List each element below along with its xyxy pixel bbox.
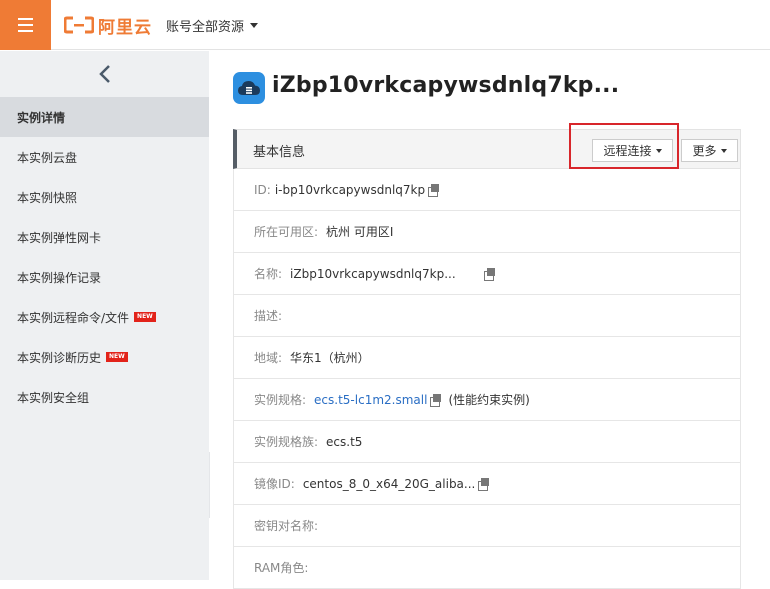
logo-text: 阿里云	[98, 17, 152, 38]
sidebar: 实例详情 本实例云盘 本实例快照 本实例弹性网卡 本实例操作记录 本实例远程命令…	[0, 51, 209, 580]
sidebar-item-label: 本实例快照	[17, 190, 78, 205]
info-row-id: ID: i-bp10vrkcapywsdnlq7kp	[233, 169, 741, 211]
hamburger-menu-button[interactable]	[0, 0, 51, 50]
caret-down-icon	[655, 148, 662, 153]
aliyun-logo[interactable]: 阿里云	[64, 14, 152, 38]
more-label: 更多	[692, 144, 717, 158]
row-label: 描述:	[254, 309, 283, 323]
sidebar-item-label: 本实例操作记录	[17, 270, 102, 285]
basic-info-table: ID: i-bp10vrkcapywsdnlq7kp 所在可用区: 杭州 可用区…	[233, 169, 741, 589]
row-label: 镜像ID:	[254, 477, 295, 491]
copy-icon[interactable]	[483, 267, 496, 281]
row-value: iZbp10vrkcapywsdnlq7kp...	[290, 266, 456, 281]
sidebar-item-security-groups[interactable]: 本实例安全组	[0, 377, 209, 417]
copy-icon[interactable]	[430, 393, 442, 407]
info-row-instance-type: 实例规格: ecs.t5-lc1m2.small (性能约束实例)	[233, 379, 741, 421]
sidebar-item-label: 本实例云盘	[17, 150, 78, 165]
top-bar: 阿里云 账号全部资源	[0, 0, 770, 50]
instance-type-link[interactable]: ecs.t5-lc1m2.small	[314, 393, 427, 407]
info-row-name: 名称: iZbp10vrkcapywsdnlq7kp...	[233, 253, 741, 295]
account-resources-dropdown[interactable]: 账号全部资源	[166, 16, 259, 35]
info-row-instance-family: 实例规格族: ecs.t5	[233, 421, 741, 463]
new-badge: NEW	[106, 352, 128, 362]
info-row-region: 地域: 华东1（杭州）	[233, 337, 741, 379]
info-row-description: 描述:	[233, 295, 741, 337]
account-label: 账号全部资源	[166, 20, 245, 35]
row-value: i-bp10vrkcapywsdnlq7kp	[274, 182, 426, 197]
sidebar-item-label: 实例详情	[17, 110, 66, 125]
row-label: 名称:	[254, 267, 283, 281]
sidebar-item-remote-commands[interactable]: 本实例远程命令/文件 NEW	[0, 297, 209, 337]
row-label: 实例规格族:	[254, 435, 319, 449]
info-row-image-id: 镜像ID: centos_8_0_x64_20G_aliba...	[233, 463, 741, 505]
menu-icon	[18, 18, 33, 20]
sidebar-item-label: 本实例弹性网卡	[17, 230, 102, 245]
basic-info-header: 基本信息 远程连接 更多	[233, 129, 741, 169]
info-row-zone: 所在可用区: 杭州 可用区I	[233, 211, 741, 253]
copy-icon[interactable]	[478, 477, 490, 491]
menu-icon-line	[18, 24, 33, 26]
sidebar-item-instance-details[interactable]: 实例详情	[0, 97, 209, 137]
menu-icon-line	[18, 30, 33, 32]
instance-title: iZbp10vrkcapywsdnlq7kp...	[272, 73, 620, 98]
sidebar-item-label: 本实例诊断历史	[17, 350, 102, 365]
sidebar-item-label: 本实例远程命令/文件	[17, 310, 130, 325]
more-button[interactable]: 更多	[681, 139, 738, 162]
row-value: ecs.t5	[326, 434, 363, 449]
collapse-sidebar-button[interactable]	[0, 51, 209, 97]
caret-down-icon	[250, 23, 259, 28]
sidebar-item-operation-log[interactable]: 本实例操作记录	[0, 257, 209, 297]
row-label: RAM角色:	[254, 561, 309, 575]
row-value: 杭州 可用区I	[326, 225, 394, 239]
instance-cloud-icon	[233, 72, 265, 104]
info-row-ram-role: RAM角色:	[233, 547, 741, 589]
sidebar-item-disks[interactable]: 本实例云盘	[0, 137, 209, 177]
row-label: 所在可用区:	[254, 225, 319, 239]
info-row-keypair: 密钥对名称:	[233, 505, 741, 547]
chevron-left-icon	[98, 65, 110, 83]
remote-connect-button[interactable]: 远程连接	[592, 139, 673, 162]
sidebar-item-eni[interactable]: 本实例弹性网卡	[0, 217, 209, 257]
sidebar-item-label: 本实例安全组	[17, 390, 90, 405]
row-value: centos_8_0_x64_20G_aliba...	[302, 476, 476, 491]
caret-down-icon	[720, 148, 727, 153]
sidebar-item-snapshots[interactable]: 本实例快照	[0, 177, 209, 217]
row-value: 华东1（杭州）	[290, 351, 370, 365]
copy-icon[interactable]	[428, 183, 440, 197]
cloud-server-icon	[238, 81, 260, 95]
remote-connect-label: 远程连接	[603, 144, 652, 158]
row-label: 密钥对名称:	[254, 519, 319, 533]
row-label: 地域:	[254, 351, 283, 365]
new-badge: NEW	[134, 312, 156, 322]
section-title: 基本信息	[253, 145, 306, 160]
sidebar-item-diagnosis-history[interactable]: 本实例诊断历史 NEW	[0, 337, 209, 377]
aliyun-logo-icon	[64, 16, 94, 34]
row-label: ID:	[254, 182, 271, 197]
row-extra: (性能约束实例)	[448, 393, 530, 407]
row-label: 实例规格:	[254, 393, 307, 407]
main-content: iZbp10vrkcapywsdnlq7kp... 基本信息 远程连接 更多 I…	[210, 51, 770, 589]
